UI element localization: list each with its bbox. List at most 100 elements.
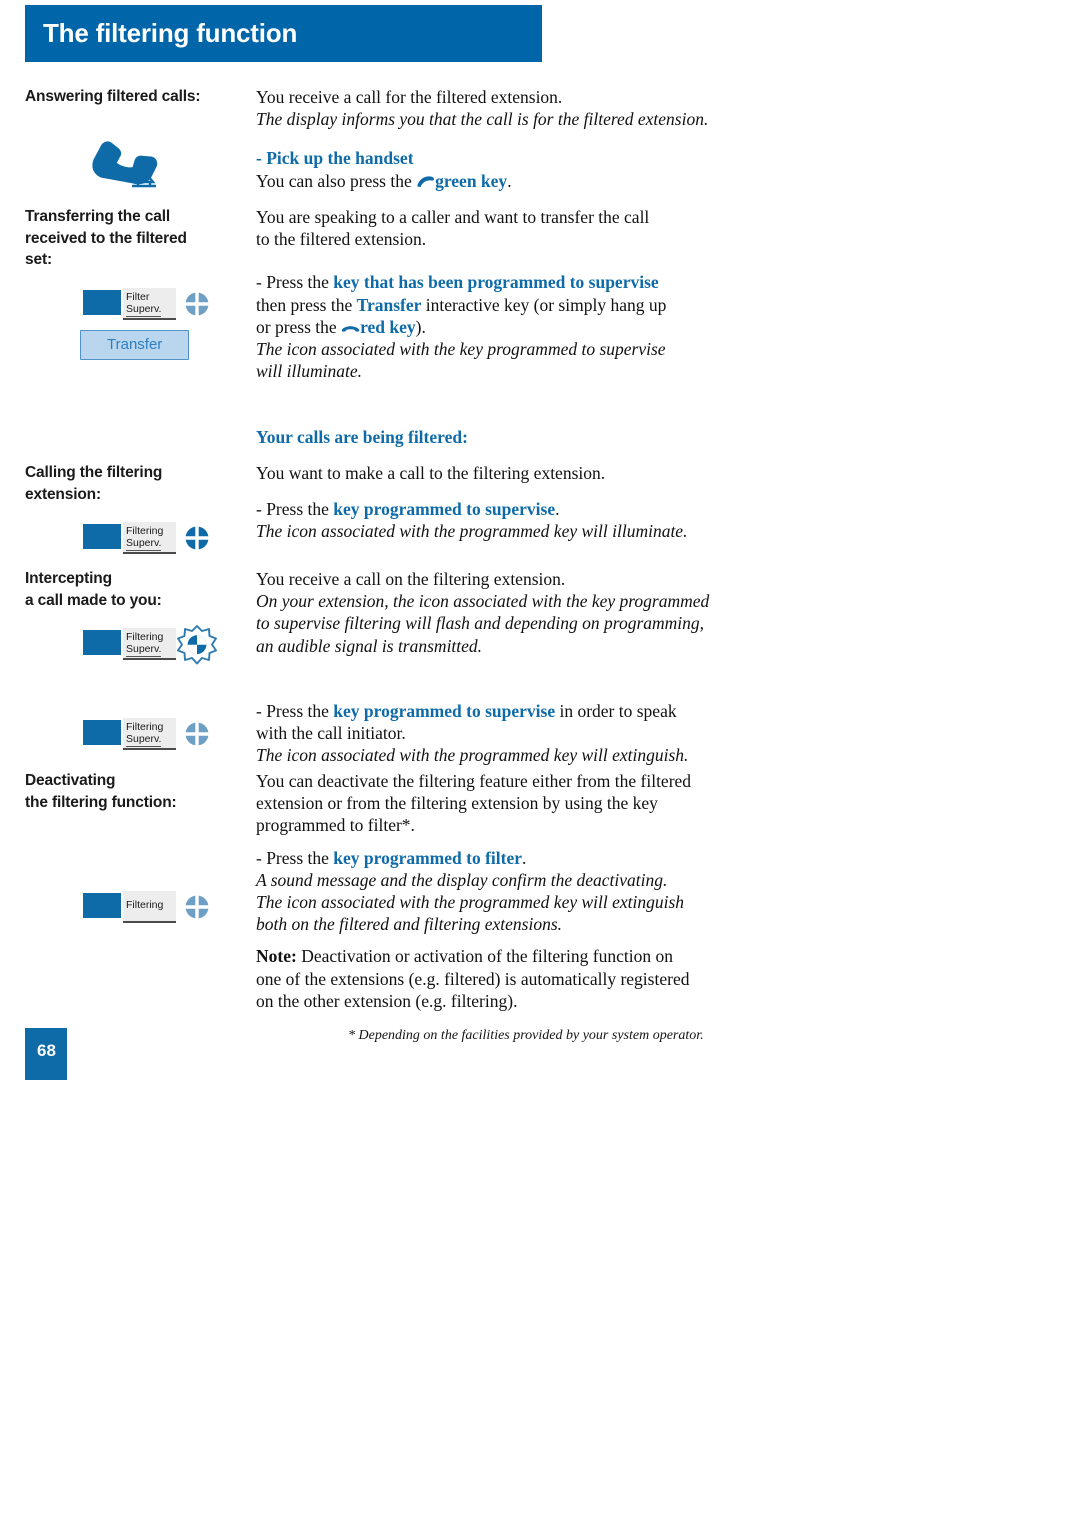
deactivating-label-line-2: the filtering function: [25,793,177,811]
calling-label-line-2: extension: [25,485,102,503]
intercepting-instr-pre: - Press the [256,700,334,721]
supervise-key-highlight: key programmed to supervise [333,499,556,520]
answering-label-block: Answering filtered calls: [25,86,250,200]
green-key-label: green key [435,170,508,191]
deactivating-note-1: A sound message and the display confirm … [256,869,668,890]
handset-pickup-icon [25,130,250,200]
footnote-text: * Depending on the facilities provided b… [348,1028,704,1043]
green-key-pre: You can also press the [256,170,417,191]
answering-line-1: You receive a call for the filtered exte… [256,87,563,107]
intercepting-line-2: On your extension, the icon associated w… [256,591,710,612]
intercepting-note: The icon associated with the programmed … [256,745,689,766]
green-key-icon [416,171,435,187]
quartered-circle-flashing-icon [177,625,217,665]
intercepting-instr-post: in order to speak [555,700,677,721]
deactivating-line-3: programmed to filter*. [256,815,415,836]
pick-up-handset-instruction: - Pick up the handset [256,148,414,169]
deactivating-note-3: both on the filtered and filtering exten… [256,914,563,935]
calling-note: The icon associated with the programmed … [256,521,688,542]
calling-instr-pre: - Press the [256,499,334,520]
key-color-swatch [83,720,121,745]
programmed-key-figure-filter-superv: Filter Superv. [83,287,250,322]
transfer-instr-pre: then press the [256,294,357,315]
intercepting-text-block: You receive a call on the filtering exte… [256,568,736,766]
deactivating-note-block: Note: Deactivation or activation of the … [256,945,736,967]
calling-label-line-1: Calling the filtering [25,464,163,481]
intercepting-label-line-1: Intercepting [25,570,112,587]
transfer-instr-post: interactive key (or simply hang up [421,294,667,315]
programmed-key-figure-filtering: Filtering [83,891,250,925]
supervise-key-highlight: key programmed to supervise [333,700,556,721]
intercepting-label-line-2: a call made to you: [25,591,162,609]
transferring-note-2: will illuminate. [256,361,362,382]
key-color-swatch [83,524,121,549]
deactivating-label-line-1: Deactivating [25,772,116,789]
key-label-plate: Filtering Superv. [123,628,176,660]
intercepting-label-block: Intercepting a call made to you: Filteri… [25,568,250,752]
note-text-line-1: Deactivation or activation of the filter… [296,946,673,967]
key-label-line-1: Filtering [126,899,164,911]
deactivating-instruction: - Press the key programmed to filter. [256,847,736,869]
deactivating-text-block: You can deactivate the filtering feature… [256,770,736,1012]
deactivating-line-1: You can deactivate the filtering feature… [256,771,692,791]
deactivating-instr-post: . [522,847,527,868]
transfer-soft-key[interactable]: Transfer [80,329,190,360]
key-label-line-1: Filtering [126,525,164,537]
key-label-plate: Filtering Superv. [123,718,176,750]
transferring-label-line-1: Transferring the call [25,208,171,225]
transferring-text-block: You are speaking to a caller and want to… [256,206,736,382]
key-label-line-2: Superv. [126,537,162,551]
red-key-post: ). [415,316,426,337]
transfer-key-highlight: Transfer [356,294,422,315]
filter-key-highlight: key programmed to filter [333,847,523,868]
transferring-label-block: Transferring the call received to the fi… [25,206,250,360]
key-label-line-2: Superv. [126,643,162,657]
transferring-note-1: The icon associated with the key program… [256,339,666,360]
answering-line-2: The display informs you that the call is… [256,109,709,130]
intercepting-line-1: You receive a call on the filtering exte… [256,569,566,589]
transferring-label-line-2: received to the filtered [25,229,187,247]
deactivating-note-2: The icon associated with the programmed … [256,892,685,913]
red-key-icon [341,317,360,332]
calling-instruction: - Press the key programmed to supervise. [256,498,736,520]
supervise-key-highlight: key that has been programmed to supervis… [333,272,659,293]
programmed-key-figure-filtering-flashing: Filtering Superv. [83,625,250,665]
red-key-label: red key [360,316,416,337]
quartered-circle-light-icon [182,719,212,749]
key-label-line-1: Filtering [126,721,164,733]
green-key-instruction: You can also press the green key. [256,170,736,192]
key-label-plate: Filter Superv. [123,287,176,320]
intercepting-line-5: with the call initiator. [256,723,406,744]
programmed-key-figure-filtering-lit: Filtering Superv. [83,522,250,556]
calling-instr-post: . [555,499,560,520]
key-color-swatch [83,630,121,655]
answering-text-block: You receive a call for the filtered exte… [256,86,736,192]
key-label-line-2: Superv. [126,733,162,747]
deactivating-label-block: Deactivating the filtering function: Fil… [25,770,250,925]
quartered-circle-lit-icon [182,523,212,553]
note-text-line-3: on the other extension (e.g. filtering). [256,990,518,1011]
red-key-pre: or press the [256,316,342,337]
intercepting-line-3: to supervise filtering will flash and de… [256,613,705,634]
page-number: 68 [37,1041,56,1060]
key-label-line-1: Filtering [126,631,164,643]
transferring-instruction-1: - Press the key that has been programmed… [256,271,736,293]
calling-line-1: You want to make a call to the filtering… [256,463,606,483]
programmed-key-figure-filtering-light: Filtering Superv. [83,718,250,752]
green-key-post: . [507,170,512,191]
answering-label: Answering filtered calls: [25,88,201,105]
calling-text-block: You want to make a call to the filtering… [256,462,736,543]
quartered-circle-light-icon [182,892,212,922]
deactivating-line-2: extension or from the filtering extensio… [256,793,658,814]
key-label-plate: Filtering [123,891,176,923]
note-label: Note: [256,946,297,967]
transferring-line-2: to the filtered extension. [256,229,427,250]
transferring-label-line-3: set: [25,251,52,268]
key-color-swatch [83,289,121,315]
transferring-line-1: You are speaking to a caller and want to… [256,207,650,227]
key-label-line-2: Superv. [126,302,162,317]
page-title: The filtering function [43,18,298,48]
key-label-plate: Filtering Superv. [123,522,176,554]
transferring-instruction-3: or press the red key). [256,316,736,338]
intercepting-line-4: an audible signal is transmitted. [256,635,483,656]
